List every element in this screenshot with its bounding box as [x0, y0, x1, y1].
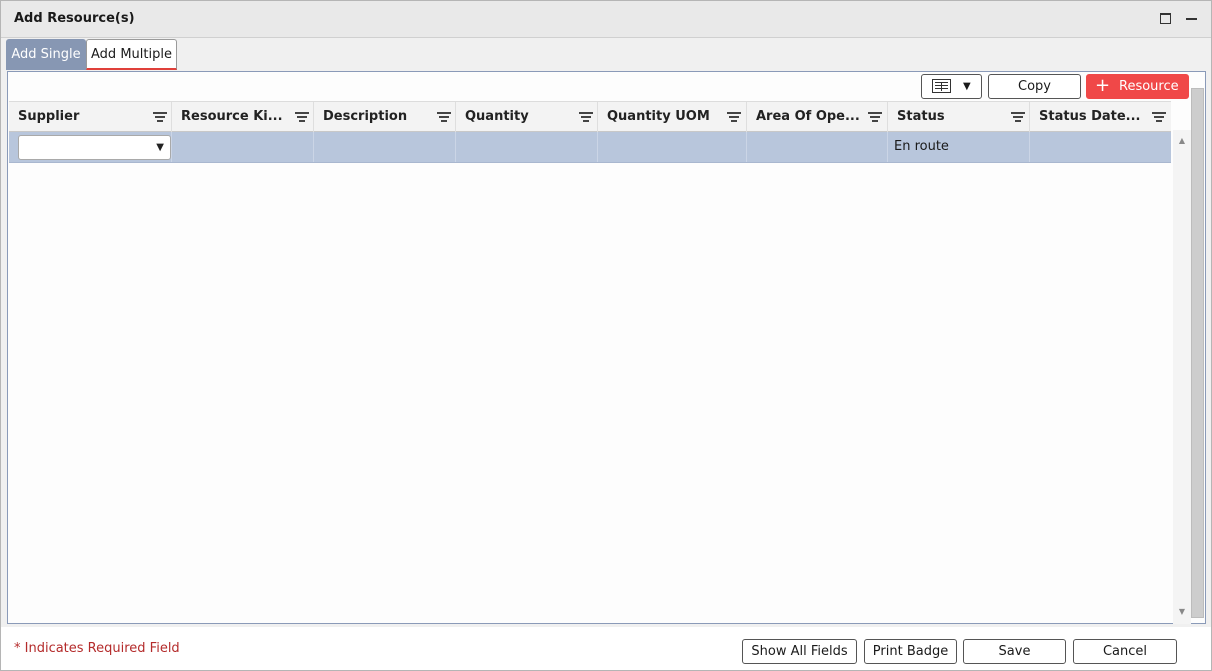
filter-icon[interactable]: [1152, 112, 1166, 123]
column-header-description[interactable]: Description: [314, 102, 456, 132]
cell-supplier: ▼: [9, 132, 172, 162]
filter-icon[interactable]: [437, 112, 451, 123]
column-header-status-date[interactable]: Status Date...: [1030, 102, 1171, 132]
supplier-select[interactable]: ▼: [18, 135, 171, 160]
dialog-title: Add Resource(s): [14, 11, 135, 26]
resource-grid: Supplier Resource Ki... Description Quan…: [9, 101, 1171, 623]
resource-grid-panel: ▼ Copy + Resource Supplier Resource Ki..…: [7, 71, 1206, 624]
column-header-resource-kind[interactable]: Resource Ki...: [172, 102, 314, 132]
filter-icon[interactable]: [295, 112, 309, 123]
chevron-down-icon: ▼: [156, 142, 164, 153]
add-resource-label: Resource: [1119, 79, 1179, 94]
filter-icon[interactable]: [1011, 112, 1025, 123]
add-resources-dialog: Add Resource(s) Add Single Add Multiple …: [0, 0, 1212, 671]
maximize-icon[interactable]: [1158, 11, 1172, 25]
chevron-down-icon: ▼: [963, 81, 971, 92]
cancel-button[interactable]: Cancel: [1073, 639, 1177, 664]
scroll-up-icon[interactable]: ▲: [1173, 133, 1191, 149]
add-resource-button[interactable]: + Resource: [1086, 74, 1189, 99]
grid-scrollbar[interactable]: ▲ ▼: [1173, 130, 1191, 624]
cell-quantity-uom[interactable]: [598, 132, 747, 162]
required-field-note: * Indicates Required Field: [14, 641, 180, 656]
scroll-down-icon[interactable]: ▼: [1173, 604, 1191, 620]
filter-icon[interactable]: [727, 112, 741, 123]
filter-icon[interactable]: [153, 112, 167, 123]
dialog-titlebar: Add Resource(s): [1, 1, 1211, 38]
column-header-supplier[interactable]: Supplier: [9, 102, 172, 132]
cell-area-of-operation[interactable]: [747, 132, 888, 162]
copy-button[interactable]: Copy: [988, 74, 1081, 99]
dialog-footer: * Indicates Required Field Show All Fiel…: [1, 627, 1211, 670]
cell-description[interactable]: [314, 132, 456, 162]
cell-status-date[interactable]: [1030, 132, 1171, 162]
panel-scrollbar-thumb[interactable]: [1191, 88, 1204, 618]
column-header-area-of-operation[interactable]: Area Of Ope...: [747, 102, 888, 132]
show-all-fields-button[interactable]: Show All Fields: [742, 639, 857, 664]
minimize-icon[interactable]: [1185, 11, 1199, 25]
cell-quantity[interactable]: [456, 132, 598, 162]
cell-resource-kind[interactable]: [172, 132, 314, 162]
cell-status[interactable]: En route: [888, 132, 1030, 162]
column-header-status[interactable]: Status: [888, 102, 1030, 132]
filter-icon[interactable]: [868, 112, 882, 123]
filter-icon[interactable]: [579, 112, 593, 123]
column-header-quantity-uom[interactable]: Quantity UOM: [598, 102, 747, 132]
grid-header: Supplier Resource Ki... Description Quan…: [9, 101, 1171, 132]
save-button[interactable]: Save: [963, 639, 1066, 664]
print-badge-button[interactable]: Print Badge: [864, 639, 957, 664]
table-row[interactable]: ▼ En route: [9, 132, 1171, 163]
plus-icon: +: [1095, 75, 1111, 96]
column-header-quantity[interactable]: Quantity: [456, 102, 598, 132]
column-chooser-button[interactable]: ▼: [921, 74, 982, 99]
tab-add-single[interactable]: Add Single: [6, 39, 86, 70]
tab-add-multiple[interactable]: Add Multiple: [86, 39, 177, 70]
column-grid-icon: [932, 79, 951, 93]
